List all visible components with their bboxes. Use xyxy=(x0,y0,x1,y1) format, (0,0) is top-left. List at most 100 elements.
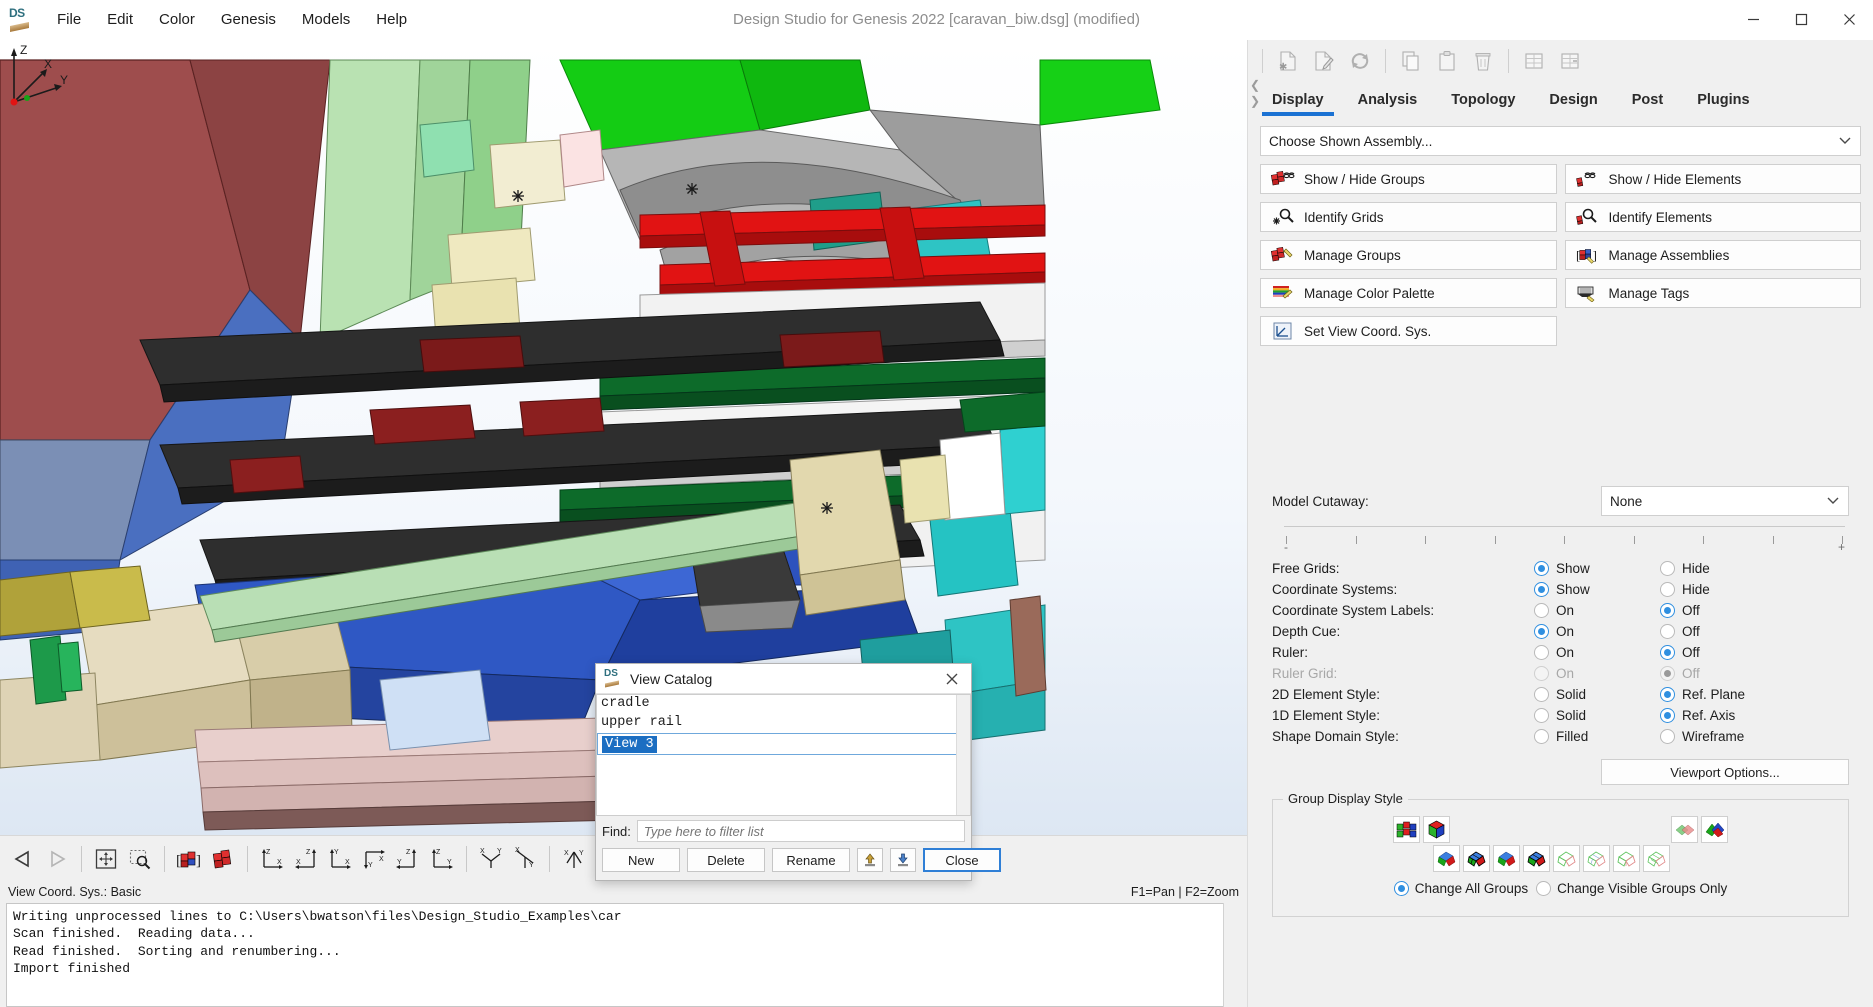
view-catalog-dialog[interactable]: DS View Catalog cradle upper rail View 3… xyxy=(595,663,1001,881)
style-exploded-cube-icon[interactable] xyxy=(1393,816,1420,843)
radio-icon[interactable] xyxy=(1534,582,1549,597)
tab-design[interactable]: Design xyxy=(1533,88,1613,116)
radio-icon[interactable] xyxy=(1660,729,1675,744)
tab-display[interactable]: Display xyxy=(1256,88,1340,116)
menu-file[interactable]: File xyxy=(44,5,94,34)
delete-button[interactable]: Delete xyxy=(687,848,765,872)
tab-plugins[interactable]: Plugins xyxy=(1681,88,1765,116)
radio-icon[interactable] xyxy=(1393,881,1409,896)
menu-help[interactable]: Help xyxy=(363,5,420,34)
radio-icon[interactable] xyxy=(1534,645,1549,660)
manage-groups-button[interactable]: Manage Groups xyxy=(1260,240,1557,270)
option-radio-1[interactable]: Solid xyxy=(1534,687,1660,702)
option-radio-1[interactable]: On xyxy=(1534,624,1660,639)
delete-icon[interactable] xyxy=(1466,46,1500,76)
option-radio-1[interactable]: On xyxy=(1534,645,1660,660)
minimize-button[interactable] xyxy=(1729,0,1777,39)
menu-edit[interactable]: Edit xyxy=(94,5,146,34)
console-scrollbar[interactable] xyxy=(1223,903,1239,1007)
option-radio-2[interactable]: Hide xyxy=(1660,561,1786,576)
style-shell-solid-2-icon[interactable] xyxy=(1493,845,1520,872)
radio-icon[interactable] xyxy=(1534,687,1549,702)
show-hide-elements-button[interactable]: Show / Hide Elements xyxy=(1564,164,1861,194)
option-radio-1[interactable]: Filled xyxy=(1534,729,1660,744)
style-shell-mesh-2-icon[interactable] xyxy=(1523,845,1550,872)
radio-change-visible-groups[interactable]: Change Visible Groups Only xyxy=(1536,881,1727,896)
style-solid-surface-icon[interactable] xyxy=(1701,816,1728,843)
style-solid-cube-icon[interactable] xyxy=(1423,816,1450,843)
export-arrow-icon[interactable] xyxy=(890,848,916,872)
radio-icon[interactable] xyxy=(1536,881,1552,896)
radio-icon[interactable] xyxy=(1534,708,1549,723)
radio-icon[interactable] xyxy=(1660,603,1675,618)
assembly-select[interactable]: Choose Shown Assembly... xyxy=(1260,126,1861,156)
view-zy2-icon[interactable]: ZY xyxy=(425,841,459,877)
prev-view-icon[interactable] xyxy=(6,841,40,877)
radio-icon[interactable] xyxy=(1534,729,1549,744)
menu-genesis[interactable]: Genesis xyxy=(208,5,289,34)
identify-elements-button[interactable]: Identify Elements xyxy=(1564,202,1861,232)
close-button[interactable] xyxy=(1825,0,1873,39)
close-dialog-button[interactable]: Close xyxy=(923,848,1001,872)
style-wireframe-mesh-icon[interactable] xyxy=(1583,845,1610,872)
radio-icon[interactable] xyxy=(1660,645,1675,660)
option-radio-2[interactable]: Wireframe xyxy=(1660,729,1786,744)
style-wireframe-outline-icon[interactable] xyxy=(1553,845,1580,872)
style-shell-solid-icon[interactable] xyxy=(1433,845,1460,872)
option-radio-1[interactable]: Show xyxy=(1534,582,1660,597)
radio-icon[interactable] xyxy=(1534,624,1549,639)
set-view-coord-sys-button[interactable]: Set View Coord. Sys. xyxy=(1260,316,1557,346)
view-zx-icon[interactable]: ZX xyxy=(289,841,323,877)
style-shell-mesh-icon[interactable] xyxy=(1463,845,1490,872)
show-hide-groups-button[interactable]: Show / Hide Groups xyxy=(1260,164,1557,194)
viewport-options-button[interactable]: Viewport Options... xyxy=(1601,759,1849,785)
radio-icon[interactable] xyxy=(1660,687,1675,702)
view-xz-icon[interactable]: ZX xyxy=(255,841,289,877)
show-assembly-icon[interactable]: [ ] xyxy=(172,841,206,877)
dialog-close-icon[interactable] xyxy=(939,668,965,690)
console-output[interactable]: Writing unprocessed lines to C:\Users\bw… xyxy=(6,903,1239,1007)
radio-icon[interactable] xyxy=(1660,582,1675,597)
table-plus-icon[interactable] xyxy=(1553,46,1587,76)
rename-button[interactable]: Rename xyxy=(772,848,850,872)
style-transparent-surface-icon[interactable] xyxy=(1671,816,1698,843)
iso-view-2-icon[interactable]: XY xyxy=(508,841,542,877)
next-view-icon[interactable] xyxy=(40,841,74,877)
tab-post[interactable]: Post xyxy=(1616,88,1679,116)
option-radio-2[interactable]: Off xyxy=(1660,603,1786,618)
radio-icon[interactable] xyxy=(1534,561,1549,576)
option-radio-2[interactable]: Off xyxy=(1660,624,1786,639)
find-input[interactable] xyxy=(636,820,965,842)
radio-icon[interactable] xyxy=(1660,708,1675,723)
iso-view-3-icon[interactable]: XY xyxy=(557,841,591,877)
copy-icon[interactable] xyxy=(1394,46,1428,76)
option-radio-1[interactable]: Show xyxy=(1534,561,1660,576)
style-wireframe-mesh-2-icon[interactable] xyxy=(1643,845,1670,872)
paste-icon[interactable] xyxy=(1430,46,1464,76)
maximize-button[interactable] xyxy=(1777,0,1825,39)
new-button[interactable]: New xyxy=(602,848,680,872)
radio-icon[interactable] xyxy=(1534,603,1549,618)
view-xy-icon[interactable]: XY xyxy=(357,841,391,877)
list-item-selected[interactable]: View 3 xyxy=(597,733,970,755)
tab-topology[interactable]: Topology xyxy=(1435,88,1531,116)
tab-analysis[interactable]: Analysis xyxy=(1342,88,1434,116)
view-yx-icon[interactable]: YX xyxy=(323,841,357,877)
option-radio-2[interactable]: Ref. Plane xyxy=(1660,687,1786,702)
new-file-icon[interactable]: ✱ xyxy=(1271,46,1305,76)
menu-color[interactable]: Color xyxy=(146,5,208,34)
style-wireframe-outline-2-icon[interactable] xyxy=(1613,845,1640,872)
table-icon[interactable] xyxy=(1517,46,1551,76)
radio-icon[interactable] xyxy=(1660,624,1675,639)
import-arrow-icon[interactable] xyxy=(857,848,883,872)
manage-assemblies-button[interactable]: [ ] Manage Assemblies xyxy=(1564,240,1861,270)
identify-grids-button[interactable]: Identify Grids xyxy=(1260,202,1557,232)
view-list[interactable]: cradle upper rail View 3 xyxy=(596,694,971,816)
option-radio-1[interactable]: On xyxy=(1534,603,1660,618)
refresh-icon[interactable] xyxy=(1343,46,1377,76)
radio-change-all-groups[interactable]: Change All Groups xyxy=(1393,881,1528,896)
iso-view-1-icon[interactable]: XY xyxy=(474,841,508,877)
fit-view-icon[interactable] xyxy=(89,841,123,877)
view-zy-icon[interactable]: ZY xyxy=(391,841,425,877)
manage-tags-button[interactable]: Manage Tags xyxy=(1564,278,1861,308)
